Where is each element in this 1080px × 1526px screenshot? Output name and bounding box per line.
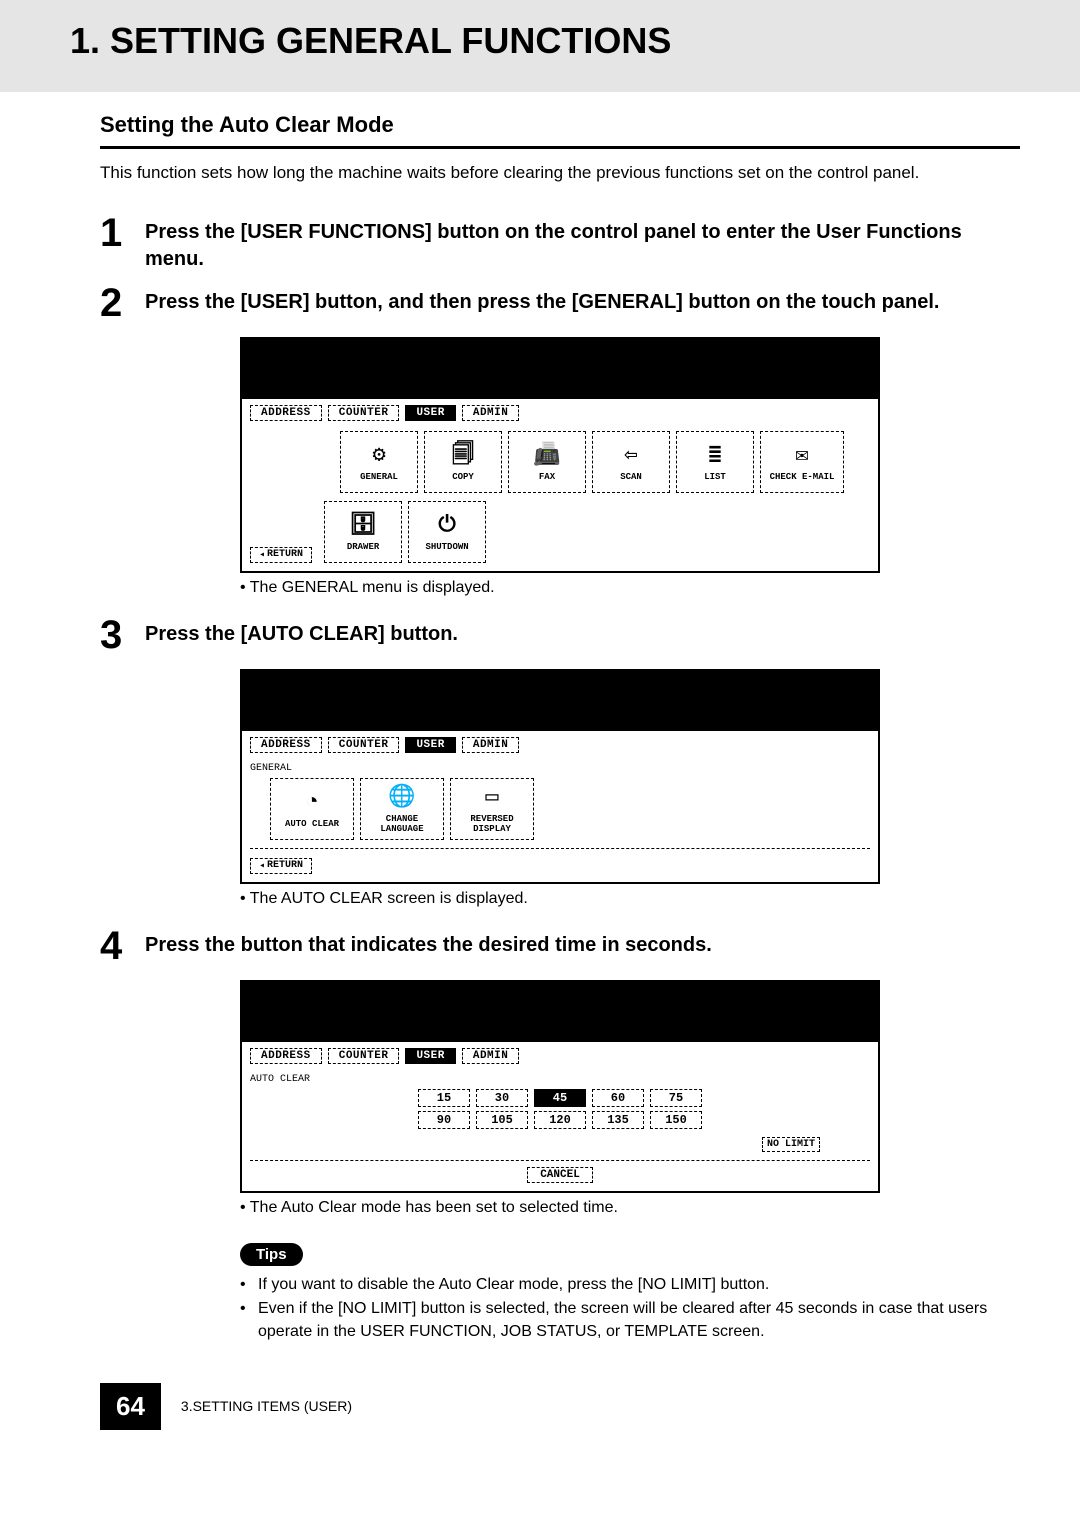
- time-row-2: 90 105 120 135 150: [250, 1111, 870, 1129]
- time-15-button[interactable]: 15: [418, 1089, 470, 1107]
- no-limit-button[interactable]: NO LIMIT: [762, 1137, 820, 1152]
- breadcrumb: GENERAL: [250, 763, 870, 774]
- tab-user[interactable]: USER: [405, 737, 455, 753]
- tab-user[interactable]: USER: [405, 1048, 455, 1064]
- touchpanel-screenshot-general-menu: ADDRESS COUNTER USER ADMIN ⚙GENERAL 🗐COP…: [240, 337, 880, 573]
- step-4: 4 Press the button that indicates the de…: [100, 926, 1020, 966]
- step-number: 2: [100, 283, 145, 323]
- step-text: Press the [USER FUNCTIONS] button on the…: [145, 213, 1020, 273]
- tab-user[interactable]: USER: [405, 405, 455, 421]
- shutdown-icon: ⏻: [438, 512, 455, 540]
- time-row-1: 15 30 45 60 75: [250, 1089, 870, 1107]
- touchpanel-screenshot-autoclear-select: ADDRESS COUNTER USER ADMIN GENERAL ◔AUTO…: [240, 669, 880, 884]
- shutdown-button[interactable]: ⏻SHUTDOWN: [408, 501, 486, 563]
- general-icon: ⚙: [372, 442, 385, 470]
- tips-list: If you want to disable the Auto Clear mo…: [240, 1274, 1020, 1343]
- time-150-button[interactable]: 150: [650, 1111, 702, 1129]
- reversed-display-button[interactable]: ▭REVERSED DISPLAY: [450, 778, 534, 840]
- step-text: Press the button that indicates the desi…: [145, 926, 1020, 959]
- tab-admin[interactable]: ADMIN: [462, 737, 520, 753]
- page-title: 1. SETTING GENERAL FUNCTIONS: [0, 20, 1080, 62]
- footer-text: 3.SETTING ITEMS (USER): [181, 1398, 352, 1414]
- return-button[interactable]: ◂RETURN: [250, 858, 312, 874]
- list-icon: ≣: [708, 442, 721, 470]
- fax-button[interactable]: 📠FAX: [508, 431, 586, 493]
- change-language-button[interactable]: 🌐CHANGE LANGUAGE: [360, 778, 444, 840]
- note-after-step3: The AUTO CLEAR screen is displayed.: [240, 890, 1020, 908]
- return-button[interactable]: ◂RETURN: [250, 547, 312, 563]
- drawer-button[interactable]: 🗄DRAWER: [324, 501, 402, 563]
- tab-address[interactable]: ADDRESS: [250, 737, 322, 753]
- tab-address[interactable]: ADDRESS: [250, 405, 322, 421]
- globe-icon: 🌐: [388, 784, 415, 812]
- tab-admin[interactable]: ADMIN: [462, 1048, 520, 1064]
- time-75-button[interactable]: 75: [650, 1089, 702, 1107]
- display-icon: ▭: [485, 784, 498, 812]
- time-105-button[interactable]: 105: [476, 1111, 528, 1129]
- tab-counter[interactable]: COUNTER: [328, 737, 400, 753]
- step-3: 3 Press the [AUTO CLEAR] button.: [100, 615, 1020, 655]
- step-number: 4: [100, 926, 145, 966]
- scan-icon: ⇦: [624, 442, 637, 470]
- tab-counter[interactable]: COUNTER: [328, 1048, 400, 1064]
- tab-counter[interactable]: COUNTER: [328, 405, 400, 421]
- time-135-button[interactable]: 135: [592, 1111, 644, 1129]
- tip-item: Even if the [NO LIMIT] button is selecte…: [240, 1298, 1020, 1343]
- cancel-button[interactable]: CANCEL: [527, 1167, 593, 1183]
- email-icon: ✉: [795, 442, 808, 470]
- breadcrumb: AUTO CLEAR: [250, 1074, 870, 1085]
- divider: [100, 146, 1020, 149]
- check-email-button[interactable]: ✉CHECK E-MAIL: [760, 431, 844, 493]
- auto-clear-button[interactable]: ◔AUTO CLEAR: [270, 778, 354, 840]
- tip-item: If you want to disable the Auto Clear mo…: [240, 1274, 1020, 1296]
- fax-icon: 📠: [533, 442, 560, 470]
- autoclear-icon: ◔: [305, 789, 318, 817]
- intro-text: This function sets how long the machine …: [100, 161, 1020, 185]
- time-60-button[interactable]: 60: [592, 1089, 644, 1107]
- step-number: 3: [100, 615, 145, 655]
- tab-admin[interactable]: ADMIN: [462, 405, 520, 421]
- page-number: 64: [100, 1383, 161, 1430]
- scan-button[interactable]: ⇦SCAN: [592, 431, 670, 493]
- time-120-button[interactable]: 120: [534, 1111, 586, 1129]
- touchpanel-screenshot-time-select: ADDRESS COUNTER USER ADMIN AUTO CLEAR 15…: [240, 980, 880, 1193]
- step-text: Press the [USER] button, and then press …: [145, 283, 1020, 316]
- drawer-icon: 🗄: [349, 512, 377, 540]
- time-30-button[interactable]: 30: [476, 1089, 528, 1107]
- list-button[interactable]: ≣LIST: [676, 431, 754, 493]
- time-90-button[interactable]: 90: [418, 1111, 470, 1129]
- return-arrow-icon: ◂: [259, 860, 265, 872]
- return-arrow-icon: ◂: [259, 549, 265, 561]
- time-45-button[interactable]: 45: [534, 1089, 586, 1107]
- copy-icon: 🗐: [452, 442, 474, 470]
- general-button[interactable]: ⚙GENERAL: [340, 431, 418, 493]
- copy-button[interactable]: 🗐COPY: [424, 431, 502, 493]
- step-1: 1 Press the [USER FUNCTIONS] button on t…: [100, 213, 1020, 273]
- page-footer: 64 3.SETTING ITEMS (USER): [100, 1383, 1020, 1460]
- note-after-step4: The Auto Clear mode has been set to sele…: [240, 1199, 1020, 1217]
- tab-address[interactable]: ADDRESS: [250, 1048, 322, 1064]
- note-after-step2: The GENERAL menu is displayed.: [240, 579, 1020, 597]
- step-text: Press the [AUTO CLEAR] button.: [145, 615, 1020, 648]
- tips-badge: Tips: [240, 1243, 303, 1266]
- subsection-title: Setting the Auto Clear Mode: [100, 112, 1020, 138]
- step-2: 2 Press the [USER] button, and then pres…: [100, 283, 1020, 323]
- step-number: 1: [100, 213, 145, 253]
